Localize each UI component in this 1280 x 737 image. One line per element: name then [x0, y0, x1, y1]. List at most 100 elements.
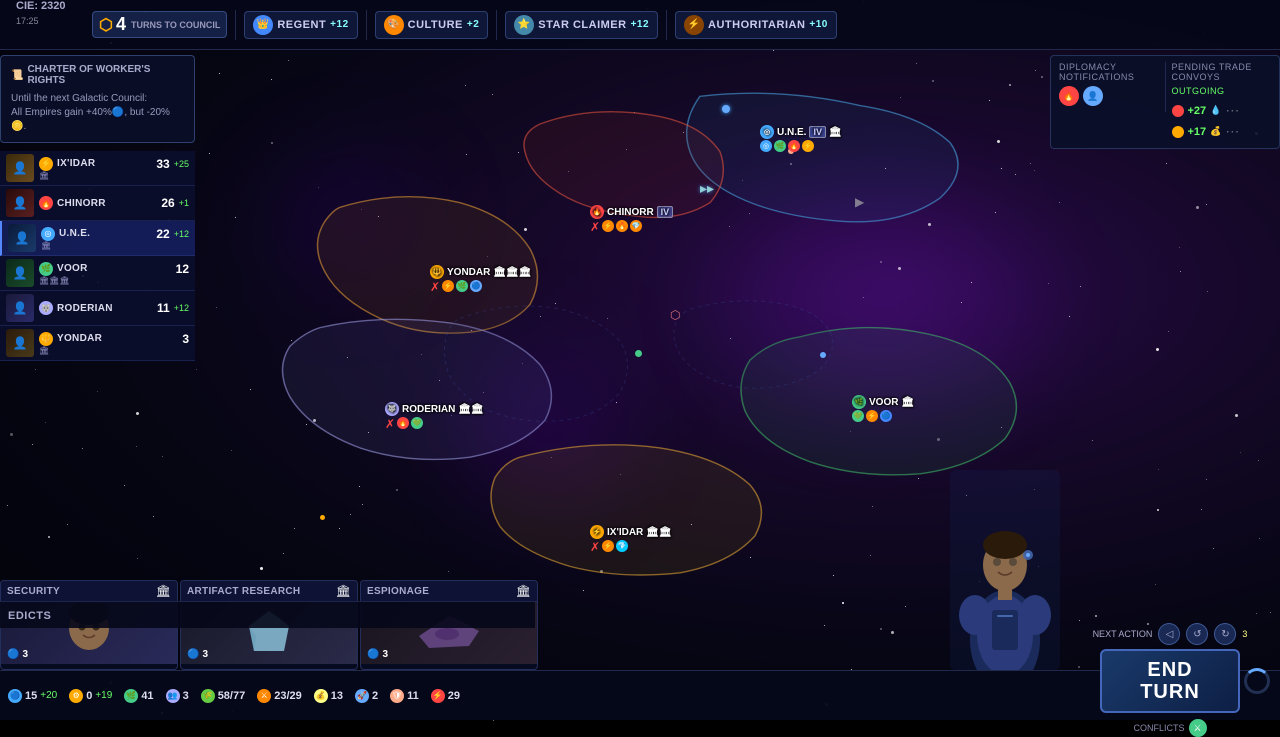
- roderian-map-name: 🐺 RODERIAN 🏛🏛: [385, 402, 484, 416]
- stat-anomalies: ⚡ 29: [431, 689, 460, 703]
- action-undo-btn[interactable]: ↺: [1186, 623, 1208, 645]
- trade-outgoing: OUTGOING: [1172, 86, 1272, 96]
- yondar-score: 3: [169, 332, 189, 346]
- security-title: SECURITY: [7, 586, 60, 597]
- chinorr-score: 26: [155, 196, 175, 210]
- turns-label: TURNS TO COUNCIL: [131, 20, 220, 30]
- trade-row-2: +17 💰 ⋯: [1172, 121, 1272, 142]
- espionage-title: ESPIONAGE: [367, 586, 429, 597]
- edicts-label: EDICTS: [8, 610, 51, 622]
- empire-row-voor[interactable]: 👤 🌿 VOOR 12 🏛🏛🏛: [0, 256, 195, 291]
- trade-expand-1[interactable]: ⋯: [1225, 102, 1239, 119]
- voor-map-icon: 🌿: [852, 395, 866, 409]
- industry-val: 0: [86, 690, 92, 702]
- diplomacy-trade-wrap: DIPLOMACY NOTIFICATIONS 🔥 👤 PENDING TRAD…: [1059, 62, 1271, 142]
- security-count-icon: 🔵: [7, 649, 19, 660]
- authoritarian-icon: ⚡: [684, 15, 704, 35]
- voor-avatar: 👤: [6, 259, 34, 287]
- fleet-ship-2: ▶: [855, 195, 864, 209]
- anomalies-icon: ⚡: [431, 689, 445, 703]
- separator-3: [496, 10, 497, 40]
- map-label-voor: 🌿 VOOR 🏛 💚 ⚡ 🔵: [852, 395, 914, 422]
- next-action-label: NEXT ACTION: [1093, 629, 1153, 639]
- turns-block: ⬡ 4 TURNS TO COUNCIL: [92, 11, 227, 38]
- separator-4: [666, 10, 667, 40]
- trade-icon-1: [1172, 105, 1184, 117]
- trait-btn-culture[interactable]: 🎨 CULTURE +2: [375, 11, 489, 39]
- map-label-yondar: 🔱 YONDAR 🏛🏛🏛 ✗ ⚡ 🌿 🔵: [430, 265, 531, 294]
- roderian-name: RODERIAN: [57, 303, 146, 314]
- charter-body: Until the next Galactic Council:All Empi…: [11, 92, 184, 134]
- trade-resource-2: 💰: [1210, 126, 1221, 137]
- cie-block: CIE: 2320 17:25: [8, 0, 88, 49]
- trade-val-1: +27: [1188, 105, 1207, 117]
- diplomacy-section: DIPLOMACY NOTIFICATIONS 🔥 👤 PENDING TRAD…: [1050, 55, 1280, 149]
- yondar-map-name: 🔱 YONDAR 🏛🏛🏛: [430, 265, 531, 279]
- empire-row-chinorr[interactable]: 👤 🔥 CHINORR 26 +1: [0, 186, 195, 221]
- fleet-ship-1: ▸▸: [700, 180, 714, 197]
- left-panel: 📜 CHARTER OF WORKER'S RIGHTS Until the n…: [0, 55, 195, 361]
- next-action-bar: NEXT ACTION ◁ ↺ ↻ 3: [1093, 623, 1248, 645]
- ixidar-score: 33: [150, 157, 170, 171]
- roderian-delta: +12: [174, 303, 189, 313]
- culture-icon: 🎨: [384, 15, 404, 35]
- stat-industry: ⚙ 0 +19: [69, 689, 112, 703]
- manpower-icon: ⚔: [257, 689, 271, 703]
- roderian-score: 11: [150, 301, 170, 315]
- yondar-avatar: 👤: [6, 329, 34, 357]
- influence-val: 41: [141, 690, 153, 702]
- empire-list: 👤 ⚡ IX'IDAR 33 +25 🏛 👤 🔥: [0, 151, 195, 361]
- authoritarian-label: AUTHORITARIAN: [708, 19, 805, 31]
- credits-val: 13: [331, 690, 343, 702]
- chinorr-name: CHINORR: [57, 198, 151, 209]
- regent-label: REGENT: [277, 19, 326, 31]
- empire-row-ixidar[interactable]: 👤 ⚡ IX'IDAR 33 +25 🏛: [0, 151, 195, 186]
- yondar-name: YONDAR: [57, 333, 165, 344]
- une-score: 22: [150, 227, 170, 241]
- trait-btn-authoritarian[interactable]: ⚡ AUTHORITARIAN +10: [675, 11, 837, 39]
- trait-btn-star-claimer[interactable]: ⭐ STAR CLAIMER +12: [505, 11, 658, 39]
- chinorr-map-icon: 🔥: [590, 205, 604, 219]
- star-claimer-icon: ⭐: [514, 15, 534, 35]
- chinorr-icon: 🔥: [39, 196, 53, 210]
- artifact-count-icon: 🔵: [187, 649, 199, 660]
- voor-extras: 🏛🏛🏛: [39, 276, 189, 285]
- conflicts-icon: ⚔: [1189, 719, 1207, 737]
- action-redo-btn[interactable]: ↻: [1214, 623, 1236, 645]
- diplomacy-icons: 🔥 👤: [1059, 86, 1159, 106]
- une-avatar: 👤: [8, 224, 36, 252]
- end-turn-text: ENDTURN: [1122, 659, 1218, 703]
- empire-row-une[interactable]: 👤 ◎ U.N.E. 22 +12 🏛: [0, 221, 195, 256]
- authoritarian-bonus: +10: [809, 19, 827, 30]
- trade-expand-2[interactable]: ⋯: [1225, 123, 1239, 140]
- culture-label: CULTURE: [408, 19, 463, 31]
- turns-number: 4: [116, 14, 126, 35]
- divider-diplo: [1165, 62, 1166, 112]
- stat-food: 🌾 58/77: [201, 689, 246, 703]
- separator-2: [366, 10, 367, 40]
- end-turn-area: NEXT ACTION ◁ ↺ ↻ 3 ENDTURN CONFLICTS ⚔: [1060, 640, 1280, 720]
- empire-row-roderian[interactable]: 👤 🐺 RODERIAN 11 +12: [0, 291, 195, 326]
- ixidar-avatar: 👤: [6, 154, 34, 182]
- roderian-map-icons: ✗ 🔥 💚: [385, 417, 423, 431]
- science-icon: 🔵: [8, 689, 22, 703]
- planet-dot-5: [320, 515, 325, 520]
- action-prev-btn[interactable]: ◁: [1158, 623, 1180, 645]
- pop-val: 3: [183, 690, 189, 702]
- industry-icon: ⚙: [69, 689, 83, 703]
- diplomacy-col: DIPLOMACY NOTIFICATIONS 🔥 👤: [1059, 62, 1159, 106]
- empire-row-yondar[interactable]: 👤 🔱 YONDAR 3 🏛: [0, 326, 195, 361]
- diplomacy-title: DIPLOMACY NOTIFICATIONS: [1059, 62, 1159, 82]
- food-icon: 🌾: [201, 689, 215, 703]
- end-turn-wrapper: ENDTURN: [1100, 649, 1240, 713]
- industry-delta: +19: [95, 690, 112, 701]
- ixidar-map-icons: ✗ ⚡ 💎: [590, 540, 628, 554]
- ships-val: 2: [372, 690, 378, 702]
- ixidar-extras: 🏛: [39, 171, 189, 180]
- spinner-ring: [1244, 668, 1270, 694]
- end-turn-button[interactable]: ENDTURN: [1100, 649, 1240, 713]
- map-label-ixidar: ⚡ IX'IDAR 🏛🏛 ✗ ⚡ 💎: [590, 525, 672, 554]
- anomalies-val: 29: [448, 690, 460, 702]
- trait-btn-regent[interactable]: 👑 REGENT +12: [244, 11, 357, 39]
- une-name: U.N.E.: [59, 228, 146, 239]
